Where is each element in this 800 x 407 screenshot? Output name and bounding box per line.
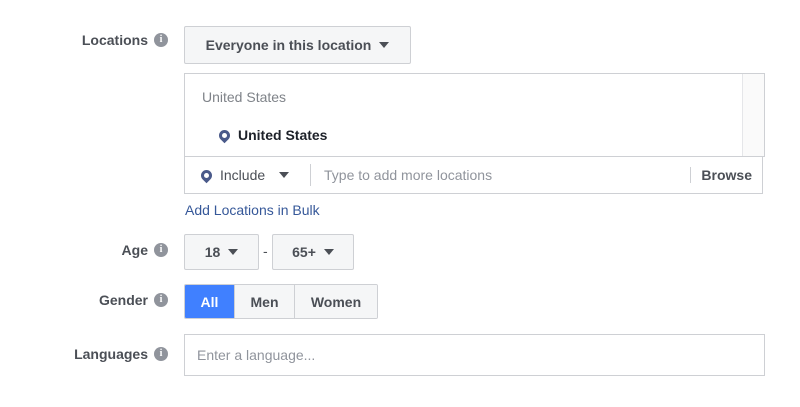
caret-down-icon xyxy=(323,249,334,255)
age-min-dropdown[interactable]: 18 xyxy=(184,234,259,270)
location-mode-dropdown[interactable]: Everyone in this location xyxy=(184,26,411,64)
add-locations-bulk-link[interactable]: Add Locations in Bulk xyxy=(185,202,320,218)
info-icon[interactable]: i xyxy=(154,347,168,361)
include-dropdown[interactable]: Include xyxy=(185,164,311,186)
caret-down-icon xyxy=(279,172,290,178)
scrollbar[interactable] xyxy=(742,74,764,156)
locations-label: Locations xyxy=(81,32,148,48)
caret-down-icon xyxy=(228,249,239,255)
languages-label-row: Languages i xyxy=(0,346,168,362)
caret-down-icon xyxy=(379,42,390,48)
location-search-input[interactable] xyxy=(311,157,691,193)
gender-label-row: Gender i xyxy=(0,292,168,308)
info-icon[interactable]: i xyxy=(154,243,168,257)
language-input[interactable] xyxy=(184,334,765,376)
gender-label: Gender xyxy=(98,292,148,308)
selected-locations-box: United States United States xyxy=(184,73,765,157)
info-icon[interactable]: i xyxy=(154,33,168,47)
location-mode-label: Everyone in this location xyxy=(205,37,372,53)
browse-button[interactable]: Browse xyxy=(690,167,762,183)
age-max-value: 65+ xyxy=(292,244,316,260)
gender-women-button[interactable]: Women xyxy=(295,285,377,318)
gender-segmented-control: All Men Women xyxy=(184,284,378,319)
location-country-header: United States xyxy=(202,89,287,105)
selected-location-label: United States xyxy=(238,127,328,143)
age-separator: - xyxy=(263,243,268,259)
age-min-value: 18 xyxy=(204,244,221,260)
locations-label-row: Locations i xyxy=(0,32,168,48)
languages-label: Languages xyxy=(74,346,148,362)
gender-men-button[interactable]: Men xyxy=(235,285,295,318)
info-icon[interactable]: i xyxy=(154,293,168,307)
gender-all-button[interactable]: All xyxy=(185,285,235,318)
age-max-dropdown[interactable]: 65+ xyxy=(272,234,354,270)
selected-location-item[interactable]: United States xyxy=(216,127,328,143)
age-label: Age xyxy=(121,242,148,258)
location-pin-icon xyxy=(216,127,233,143)
age-label-row: Age i xyxy=(0,242,168,258)
location-pin-icon xyxy=(198,167,215,183)
include-label: Include xyxy=(220,167,266,183)
location-search-bar: Include Browse xyxy=(184,156,763,194)
